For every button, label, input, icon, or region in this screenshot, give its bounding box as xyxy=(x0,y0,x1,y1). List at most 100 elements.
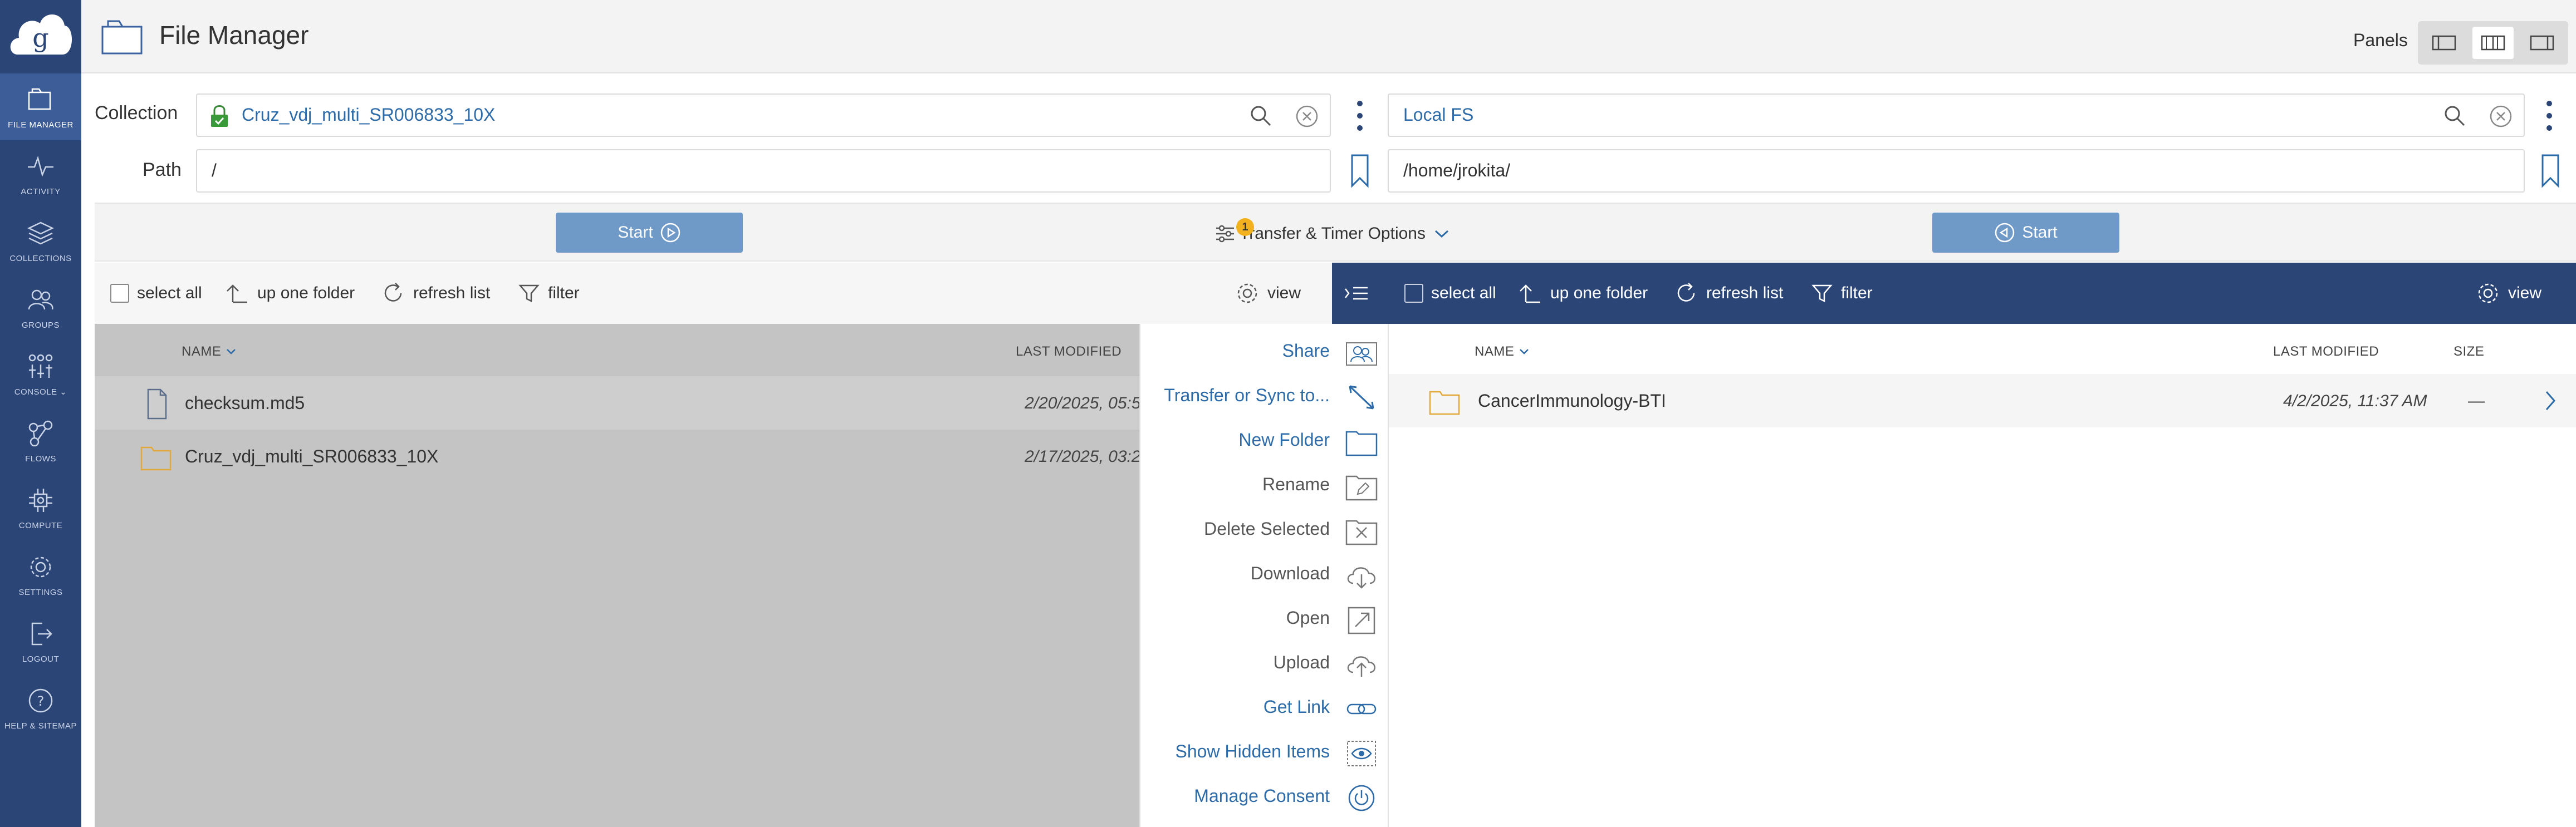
refresh-list-button[interactable]: refresh list xyxy=(381,263,490,324)
nav-label: ACTIVITY xyxy=(21,186,61,196)
nav-groups[interactable]: GROUPS xyxy=(0,274,81,341)
left-start-button[interactable]: Start xyxy=(556,213,743,253)
right-start-button[interactable]: Start xyxy=(1932,213,2119,253)
menu-rename[interactable]: Rename xyxy=(1140,464,1389,509)
sort-down-icon xyxy=(226,349,236,355)
modified-column-header[interactable]: LAST MODIFIED xyxy=(1016,344,1122,360)
filter-button[interactable]: filter xyxy=(1811,263,1873,324)
page-title: File Manager xyxy=(159,21,309,50)
clear-icon[interactable] xyxy=(2489,105,2513,128)
size-column-header[interactable]: SIZE xyxy=(2453,344,2484,360)
globus-logo-icon[interactable]: g xyxy=(7,3,75,65)
console-icon xyxy=(28,354,53,378)
filter-icon xyxy=(518,284,540,303)
right-panel-button[interactable] xyxy=(2521,27,2563,59)
refresh-list-label: refresh list xyxy=(1706,284,1784,302)
name-column-header[interactable]: NAME xyxy=(1475,344,1530,360)
search-icon[interactable] xyxy=(1250,105,1272,127)
left-bookmark-icon[interactable] xyxy=(1350,154,1370,188)
folder-row[interactable]: Cruz_vdj_multi_SR006833_10X 2/17/2025, 0… xyxy=(95,430,1141,483)
panels-toggle xyxy=(2418,21,2568,65)
file-manager-icon xyxy=(28,88,51,110)
name-column-header[interactable]: NAME xyxy=(182,344,237,360)
filter-button[interactable]: filter xyxy=(518,263,580,324)
up-one-folder-button[interactable]: up one folder xyxy=(225,263,355,324)
select-all-checkbox[interactable] xyxy=(1404,284,1423,303)
left-collection-field[interactable]: Cruz_vdj_multi_SR006833_10X xyxy=(196,93,1331,137)
menu-upload[interactable]: Upload xyxy=(1140,642,1389,687)
chevron-right-icon[interactable] xyxy=(2544,390,2557,412)
nav-label: HELP & SITEMAP xyxy=(4,721,77,731)
transfer-bar: Start Transfer & Timer Options 1 Start xyxy=(95,203,2576,262)
nav-logout[interactable]: LOGOUT xyxy=(0,608,81,675)
nav-help[interactable]: ? HELP & SITEMAP xyxy=(0,675,81,741)
right-bookmark-icon[interactable] xyxy=(2540,154,2560,188)
collection-label: Collection xyxy=(95,102,178,124)
nav-console[interactable]: CONSOLE ⌄ xyxy=(0,341,81,407)
menu-open[interactable]: Open xyxy=(1140,598,1389,642)
up-folder-icon xyxy=(227,284,247,303)
select-all-control[interactable]: select all xyxy=(1404,263,1496,324)
delete-icon xyxy=(1345,520,1378,545)
select-all-checkbox[interactable] xyxy=(110,284,129,303)
right-collection-menu-icon[interactable] xyxy=(2544,99,2555,132)
view-label: view xyxy=(1267,284,1301,302)
refresh-list-button[interactable]: refresh list xyxy=(1674,263,1783,324)
single-panel-button[interactable] xyxy=(2423,27,2465,59)
menu-show-hidden[interactable]: Show Hidden Items xyxy=(1140,731,1389,776)
start-label: Start xyxy=(618,223,653,242)
up-one-folder-button[interactable]: up one folder xyxy=(1518,263,1648,324)
right-view-button[interactable]: view xyxy=(2476,263,2541,324)
file-manager-icon xyxy=(101,20,143,55)
right-panel-icon xyxy=(2530,35,2554,51)
menu-get-link[interactable]: Get Link xyxy=(1140,687,1389,731)
folder-icon xyxy=(140,446,172,471)
folder-row[interactable]: CancerImmunology-BTI 4/2/2025, 11:37 AM … xyxy=(1389,374,2576,427)
name-column-label: NAME xyxy=(182,344,222,359)
search-icon[interactable] xyxy=(2443,105,2466,127)
sidebar: g FILE MANAGER ACTIVITY COLLECTIONS GROU… xyxy=(0,0,81,827)
right-collection-field[interactable]: Local FS xyxy=(1388,93,2525,137)
nav-collections[interactable]: COLLECTIONS xyxy=(0,207,81,274)
left-toolbar: select all up one folder refresh list fi… xyxy=(95,263,1332,324)
right-path-field[interactable]: /home/jrokita/ xyxy=(1388,149,2525,193)
menu-new-folder[interactable]: New Folder xyxy=(1140,420,1389,464)
select-all-label: select all xyxy=(1431,284,1496,302)
lock-icon xyxy=(211,105,228,127)
menu-download[interactable]: Download xyxy=(1140,553,1389,598)
new-folder-icon xyxy=(1345,431,1378,456)
folder-modified: 2/17/2025, 03:2 xyxy=(1025,447,1141,466)
left-view-button[interactable]: view xyxy=(1235,263,1301,324)
help-icon: ? xyxy=(28,688,53,712)
left-path-field[interactable]: / xyxy=(196,149,1331,193)
action-menu: Share Transfer or Sync to... New Folder … xyxy=(1139,324,1388,827)
left-collection-menu-icon[interactable] xyxy=(1354,99,1365,132)
collapse-menu-button[interactable] xyxy=(1343,263,1370,324)
sort-down-icon xyxy=(1519,349,1529,355)
nav-settings[interactable]: SETTINGS xyxy=(0,541,81,608)
nav-label: FLOWS xyxy=(25,454,56,464)
menu-transfer-sync[interactable]: Transfer or Sync to... xyxy=(1140,375,1389,420)
modified-column-header[interactable]: LAST MODIFIED xyxy=(2273,344,2379,360)
activity-icon xyxy=(28,155,53,177)
file-modified: 2/20/2025, 05:5 xyxy=(1025,394,1141,412)
sliders-icon xyxy=(1216,225,1234,243)
nav-file-manager[interactable]: FILE MANAGER xyxy=(0,73,81,140)
select-all-label: select all xyxy=(137,284,202,302)
menu-label: Get Link xyxy=(1263,697,1330,717)
nav-activity[interactable]: ACTIVITY xyxy=(0,140,81,207)
double-panel-button[interactable] xyxy=(2472,27,2514,59)
menu-label: Delete Selected xyxy=(1204,519,1330,539)
menu-delete[interactable]: Delete Selected xyxy=(1140,509,1389,553)
nav-compute[interactable]: COMPUTE xyxy=(0,474,81,541)
folder-name: Cruz_vdj_multi_SR006833_10X xyxy=(185,446,439,466)
nav-label: LOGOUT xyxy=(22,654,60,664)
menu-manage-consent[interactable]: Manage Consent xyxy=(1140,776,1389,820)
select-all-control[interactable]: select all xyxy=(110,263,202,324)
file-row[interactable]: checksum.md5 2/20/2025, 05:5 xyxy=(95,376,1141,430)
left-file-list: NAME LAST MODIFIED checksum.md5 2/20/202… xyxy=(95,324,1141,827)
upload-icon xyxy=(1347,656,1375,677)
clear-icon[interactable] xyxy=(1295,105,1319,128)
menu-share[interactable]: Share xyxy=(1140,331,1389,375)
nav-flows[interactable]: FLOWS xyxy=(0,407,81,474)
